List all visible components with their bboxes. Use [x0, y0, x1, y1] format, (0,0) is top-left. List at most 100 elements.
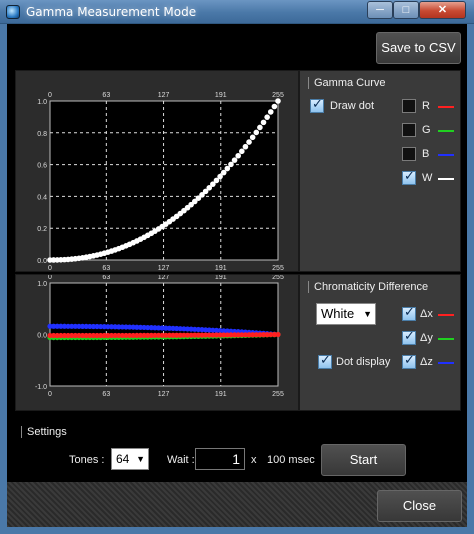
- x-tick-bottom: 63: [102, 265, 110, 272]
- y-tick-label: 0.8: [37, 131, 47, 138]
- gamma-point: [235, 152, 241, 159]
- delta-point-2: [275, 331, 281, 338]
- minimize-button[interactable]: ─: [367, 1, 393, 19]
- save-csv-button[interactable]: Save to CSV: [376, 32, 461, 64]
- x-tick-bottom: 127: [158, 265, 170, 272]
- y-tick-label: 1.0: [37, 99, 47, 106]
- x-tick-bottom: 0: [48, 391, 52, 398]
- g-color-swatch: [438, 130, 454, 132]
- draw-dot-label: Draw dot: [330, 100, 375, 112]
- b-color-swatch: [438, 154, 454, 156]
- color-select[interactable]: White ▼: [316, 303, 376, 325]
- dz-color-swatch: [438, 362, 454, 364]
- x-tick-top: 255: [272, 275, 284, 281]
- x-tick-bottom: 191: [215, 391, 227, 398]
- unit-label: 100 msec: [267, 454, 315, 466]
- chromaticity-group: Chromaticity Difference White ▼ Dot disp…: [299, 274, 461, 411]
- x-tick-bottom: 127: [158, 391, 170, 398]
- gamma-point: [231, 157, 238, 163]
- gamma-point: [239, 148, 245, 155]
- x-tick-top: 63: [102, 275, 110, 281]
- chevron-down-icon: ▼: [363, 309, 372, 319]
- gamma-curve-title: Gamma Curve: [308, 77, 386, 89]
- x-tick-bottom: 63: [102, 391, 110, 398]
- w-label: W: [422, 172, 433, 184]
- x-tick-bottom: 0: [48, 265, 52, 272]
- wait-input[interactable]: 1: [195, 448, 245, 470]
- dx-checkbox[interactable]: [402, 305, 416, 321]
- dot-display-checkbox[interactable]: [318, 353, 332, 369]
- chromaticity-chart: 0 0 63 63 127 127 191 191 255 255 1.0 0.0 -1.0: [35, 274, 284, 398]
- window-frame-bottom: [0, 527, 474, 534]
- b-checkbox[interactable]: [402, 147, 416, 161]
- x-tick-top: 63: [102, 92, 110, 99]
- title-bar[interactable]: Gamma Measurement Mode ─ □ ✕: [0, 0, 474, 24]
- x-tick-bottom: 255: [272, 265, 284, 272]
- start-button[interactable]: Start: [321, 444, 406, 476]
- dx-color-swatch: [438, 314, 454, 316]
- draw-dot-checkbox[interactable]: [310, 97, 324, 113]
- gamma-point: [253, 129, 260, 136]
- dx-label: Δx: [420, 308, 433, 320]
- gamma-point: [249, 134, 256, 141]
- w-checkbox[interactable]: [402, 169, 416, 185]
- g-checkbox[interactable]: [402, 123, 416, 137]
- y-tick-label: -1.0: [35, 384, 47, 391]
- close-button[interactable]: Close: [377, 490, 462, 522]
- w-color-swatch: [438, 178, 454, 180]
- window-frame-right: [467, 24, 474, 534]
- tones-label: Tones :: [69, 454, 105, 466]
- x-tick-top: 0: [48, 275, 52, 281]
- x-tick-bottom: 255: [272, 391, 284, 398]
- dz-label: Δz: [420, 356, 433, 368]
- maximize-button[interactable]: □: [393, 1, 419, 19]
- x-tick-top: 0: [48, 92, 52, 99]
- dot-display-label: Dot display: [336, 356, 391, 368]
- tones-value: 64: [116, 452, 130, 466]
- gamma-point: [271, 103, 278, 110]
- chroma-plot-panel: 0 0 63 63 127 127 191 191 255 255 1.0 0.0 -1.0: [15, 274, 299, 411]
- r-checkbox[interactable]: [402, 99, 416, 113]
- gamma-point: [275, 98, 281, 104]
- y-tick-label: 0.2: [37, 226, 47, 233]
- gamma-point: [264, 114, 270, 120]
- gamma-curve-chart: 0 0 63 63 127 127 191 191 255 255 1.0 0.8 0.6 0.4 0.2 0…: [37, 92, 284, 272]
- g-label: G: [422, 124, 431, 136]
- dz-checkbox[interactable]: [402, 353, 416, 369]
- chromaticity-title: Chromaticity Difference: [308, 281, 428, 293]
- x-tick-top: 191: [215, 92, 227, 99]
- gamma-point: [260, 119, 267, 126]
- b-label: B: [422, 148, 430, 160]
- close-window-button[interactable]: ✕: [419, 1, 466, 19]
- gamma-point: [267, 109, 274, 115]
- window-title: Gamma Measurement Mode: [26, 5, 197, 19]
- color-select-value: White: [321, 306, 355, 321]
- chevron-down-icon: ▼: [136, 454, 145, 464]
- r-color-swatch: [438, 106, 454, 108]
- dy-checkbox[interactable]: [402, 329, 416, 345]
- x-tick-top: 127: [158, 92, 170, 99]
- y-tick-label: 0.4: [37, 194, 47, 201]
- wait-label: Wait :: [167, 454, 195, 466]
- gamma-point: [246, 139, 252, 145]
- app-icon: [6, 5, 20, 19]
- tones-select[interactable]: 64 ▼: [111, 448, 149, 470]
- gamma-point: [228, 161, 234, 168]
- y-tick-label: 1.0: [37, 281, 47, 288]
- x-tick-top: 191: [215, 275, 227, 281]
- dy-label: Δy: [420, 332, 433, 344]
- gamma-plot-panel: 0 0 63 63 127 127 191 191 255 255 1.0 0.8 0.6 0.4 0.2 0…: [15, 70, 299, 272]
- client-area: Save to CSV 0 0 63 63 127 127 191 191 255 255 1.0 0…: [7, 24, 467, 527]
- gamma-point: [242, 143, 249, 150]
- y-tick-label: 0.6: [37, 163, 47, 170]
- y-tick-label: 0.0: [37, 333, 47, 340]
- gamma-point: [257, 124, 263, 131]
- window-frame-left: [0, 24, 7, 534]
- gamma-curve-group: Gamma Curve Draw dot R G B W: [299, 70, 461, 272]
- dy-color-swatch: [438, 338, 454, 340]
- x-tick-bottom: 191: [215, 265, 227, 272]
- settings-title: Settings: [21, 426, 67, 438]
- r-label: R: [422, 100, 430, 112]
- x-label: x: [251, 454, 257, 466]
- y-tick-label: 0.0: [37, 258, 47, 265]
